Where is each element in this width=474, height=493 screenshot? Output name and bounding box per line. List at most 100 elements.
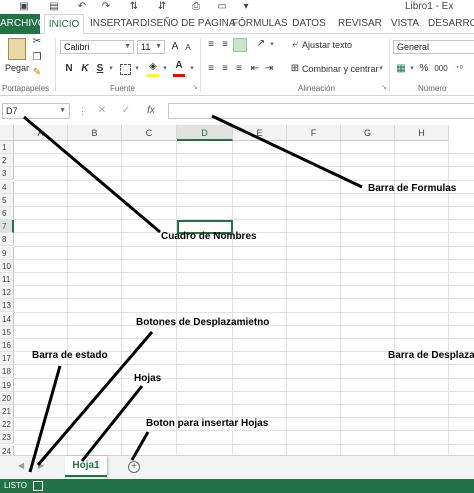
decrease-indent-icon[interactable]: ⇤ xyxy=(249,63,261,75)
row-header-12[interactable]: 12 xyxy=(0,286,14,300)
add-sheet-button[interactable]: + xyxy=(128,461,140,473)
save-icon[interactable]: ▤ xyxy=(48,1,60,12)
redo-icon[interactable]: ↷ xyxy=(100,1,112,12)
row-header-8[interactable]: 8 xyxy=(0,233,14,247)
orientation-dropdown-icon[interactable]: ▾ xyxy=(268,39,276,51)
merge-center-icon[interactable]: ⊞ xyxy=(289,63,301,75)
font-size-select[interactable]: 11 ▼ xyxy=(137,40,165,54)
borders-dropdown-icon[interactable]: ▾ xyxy=(133,63,141,75)
select-all-corner[interactable] xyxy=(0,125,14,141)
wrap-text-icon[interactable]: ⤶ xyxy=(289,39,301,51)
align-bottom-icon[interactable] xyxy=(233,38,247,52)
row-header-6[interactable]: 6 xyxy=(0,207,14,220)
row-header-1[interactable]: 1 xyxy=(0,141,14,154)
sort-icon[interactable]: ⇅ xyxy=(128,1,140,12)
row-header-21[interactable]: 21 xyxy=(0,405,14,418)
tab-datos[interactable]: DATOS xyxy=(292,14,326,34)
row-header-17[interactable]: 17 xyxy=(0,352,14,366)
scroll-right-icon[interactable]: ▶ xyxy=(38,461,44,470)
scroll-left-icon[interactable]: ◀ xyxy=(18,461,24,470)
tab-revisar[interactable]: REVISAR xyxy=(338,14,382,34)
row-header-11[interactable]: 11 xyxy=(0,273,14,286)
column-header-d[interactable]: D xyxy=(177,125,233,141)
column-header-c[interactable]: C xyxy=(122,125,177,141)
align-left-icon[interactable]: ≡ xyxy=(205,63,217,75)
align-middle-icon[interactable]: ≡ xyxy=(219,39,231,51)
copy-icon[interactable]: ❐ xyxy=(31,52,43,64)
borders-icon[interactable] xyxy=(120,64,131,75)
align-top-icon[interactable]: ≡ xyxy=(205,39,217,51)
row-header-14[interactable]: 14 xyxy=(0,312,14,326)
formula-input[interactable] xyxy=(168,103,474,119)
row-header-20[interactable]: 20 xyxy=(0,391,14,405)
paste-button[interactable]: Pegar xyxy=(4,62,30,74)
increase-decimal-icon[interactable]: ⁺⁰ xyxy=(452,63,466,75)
tab-formulas[interactable]: FÓRMULAS xyxy=(232,14,288,34)
column-header-b[interactable]: B xyxy=(68,125,122,141)
print-icon[interactable]: ⎙ xyxy=(190,1,202,12)
column-header-f[interactable]: F xyxy=(287,125,341,141)
sort-desc-icon[interactable]: ⇵ xyxy=(156,1,168,12)
enter-entry-button[interactable]: ✓ xyxy=(120,105,132,117)
column-header-h[interactable]: H xyxy=(395,125,449,141)
row-header-5[interactable]: 5 xyxy=(0,193,14,207)
row-header-22[interactable]: 22 xyxy=(0,418,14,432)
row-header-16[interactable]: 16 xyxy=(0,339,14,352)
fill-color-icon[interactable]: ◈ xyxy=(147,61,159,73)
align-center-icon[interactable]: ≡ xyxy=(219,63,231,75)
tab-vista[interactable]: VISTA xyxy=(390,14,420,34)
fill-dropdown-icon[interactable]: ▾ xyxy=(161,63,169,75)
name-box[interactable]: D7 ▼ xyxy=(2,103,70,119)
tab-diseno-de-pagina[interactable]: DISEÑO DE PÁGINA xyxy=(140,14,236,34)
row-header-18[interactable]: 18 xyxy=(0,365,14,379)
format-painter-icon[interactable]: ✎ xyxy=(31,67,43,79)
row-header-10[interactable]: 10 xyxy=(0,259,14,273)
bold-button[interactable]: N xyxy=(64,63,74,75)
paste-icon[interactable] xyxy=(8,38,26,60)
row-header-13[interactable]: 13 xyxy=(0,299,14,313)
wrap-text-button[interactable]: Ajustar texto xyxy=(302,39,362,51)
name-box-dropdown-icon[interactable]: ▼ xyxy=(59,104,66,118)
worksheet-grid[interactable]: ABCDEFGH 1 2 3 4 5 6 7 8 9 10 11 12 13 14 15 16 17 18 19 20… xyxy=(0,125,474,455)
percent-button[interactable]: % xyxy=(418,63,430,75)
row-header-15[interactable]: 15 xyxy=(0,325,14,339)
tab-inicio[interactable]: INICIO xyxy=(44,14,84,35)
merge-dropdown-icon[interactable]: ▾ xyxy=(377,63,385,75)
cancel-entry-button[interactable]: ✕ xyxy=(96,105,108,117)
tab-archivo[interactable]: ARCHIVO xyxy=(0,14,46,34)
row-header-23[interactable]: 23 xyxy=(0,431,14,445)
shrink-font-button[interactable]: A xyxy=(183,42,193,54)
row-header-24[interactable]: 24 xyxy=(0,444,14,455)
underline-button[interactable]: S xyxy=(95,63,105,75)
thousands-separator-button[interactable]: 000 xyxy=(432,63,450,75)
tab-desarrollador[interactable]: DESARROL xyxy=(428,14,474,34)
undo-icon[interactable]: ↶ xyxy=(76,1,88,12)
sheet-tab-hoja1[interactable]: Hoja1 xyxy=(65,456,107,477)
row-header-2[interactable]: 2 xyxy=(0,154,14,168)
merge-center-button[interactable]: Combinar y centrar xyxy=(302,63,380,75)
number-format-select[interactable]: General xyxy=(393,40,474,54)
macro-record-icon[interactable] xyxy=(33,481,43,491)
increase-indent-icon[interactable]: ⇥ xyxy=(263,63,275,75)
tab-insertar[interactable]: INSERTAR xyxy=(90,14,140,34)
row-header-4[interactable]: 4 xyxy=(0,180,14,194)
row-header-7[interactable]: 7 xyxy=(0,220,14,234)
cut-icon[interactable]: ✂ xyxy=(31,36,43,48)
italic-button[interactable]: K xyxy=(80,63,90,75)
grow-font-button[interactable]: A xyxy=(169,41,181,53)
accounting-dropdown-icon[interactable]: ▾ xyxy=(408,63,416,75)
orientation-icon[interactable]: ↗ xyxy=(255,38,267,50)
font-color-dropdown-icon[interactable]: ▾ xyxy=(188,63,196,75)
align-right-icon[interactable]: ≡ xyxy=(233,63,245,75)
row-header-3[interactable]: 3 xyxy=(0,167,14,181)
row-header-9[interactable]: 9 xyxy=(0,246,14,260)
customize-icon[interactable]: ▾ xyxy=(240,1,252,12)
row-header-19[interactable]: 19 xyxy=(0,378,14,392)
column-header-g[interactable]: G xyxy=(341,125,395,141)
font-color-icon[interactable]: A xyxy=(173,60,185,72)
column-header-a[interactable]: A xyxy=(14,125,68,141)
column-header-e[interactable]: E xyxy=(233,125,287,141)
preview-icon[interactable]: ▭ xyxy=(216,1,228,12)
font-name-select[interactable]: Calibri ▼ xyxy=(60,40,134,54)
alignment-dialog-launcher-icon[interactable]: ↘ xyxy=(380,82,388,94)
